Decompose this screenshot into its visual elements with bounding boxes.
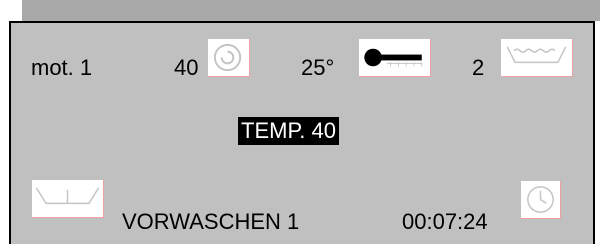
spin-icon: [208, 39, 250, 77]
temperature-value: 25°: [301, 55, 335, 80]
status-text: TEMP. 40: [238, 117, 339, 145]
water-level-icon: [501, 39, 573, 77]
drum-icon: [32, 180, 104, 218]
display-screen: mot. 1 40 25° 2 TEMP. 40 VORWASCHEN 1 00…: [9, 21, 595, 244]
level-value: 2: [472, 55, 485, 80]
thermometer-icon: [359, 39, 431, 77]
motor-label: mot. 1: [31, 55, 93, 80]
program-name: VORWASCHEN 1: [122, 209, 300, 234]
washing-machine-display: mot. 1 40 25° 2 TEMP. 40 VORWASCHEN 1 00…: [0, 0, 600, 244]
time-value: 00:07:24: [402, 209, 488, 234]
speed-value: 40: [174, 55, 199, 80]
clock-icon: [521, 181, 561, 219]
top-bar: [22, 0, 600, 21]
